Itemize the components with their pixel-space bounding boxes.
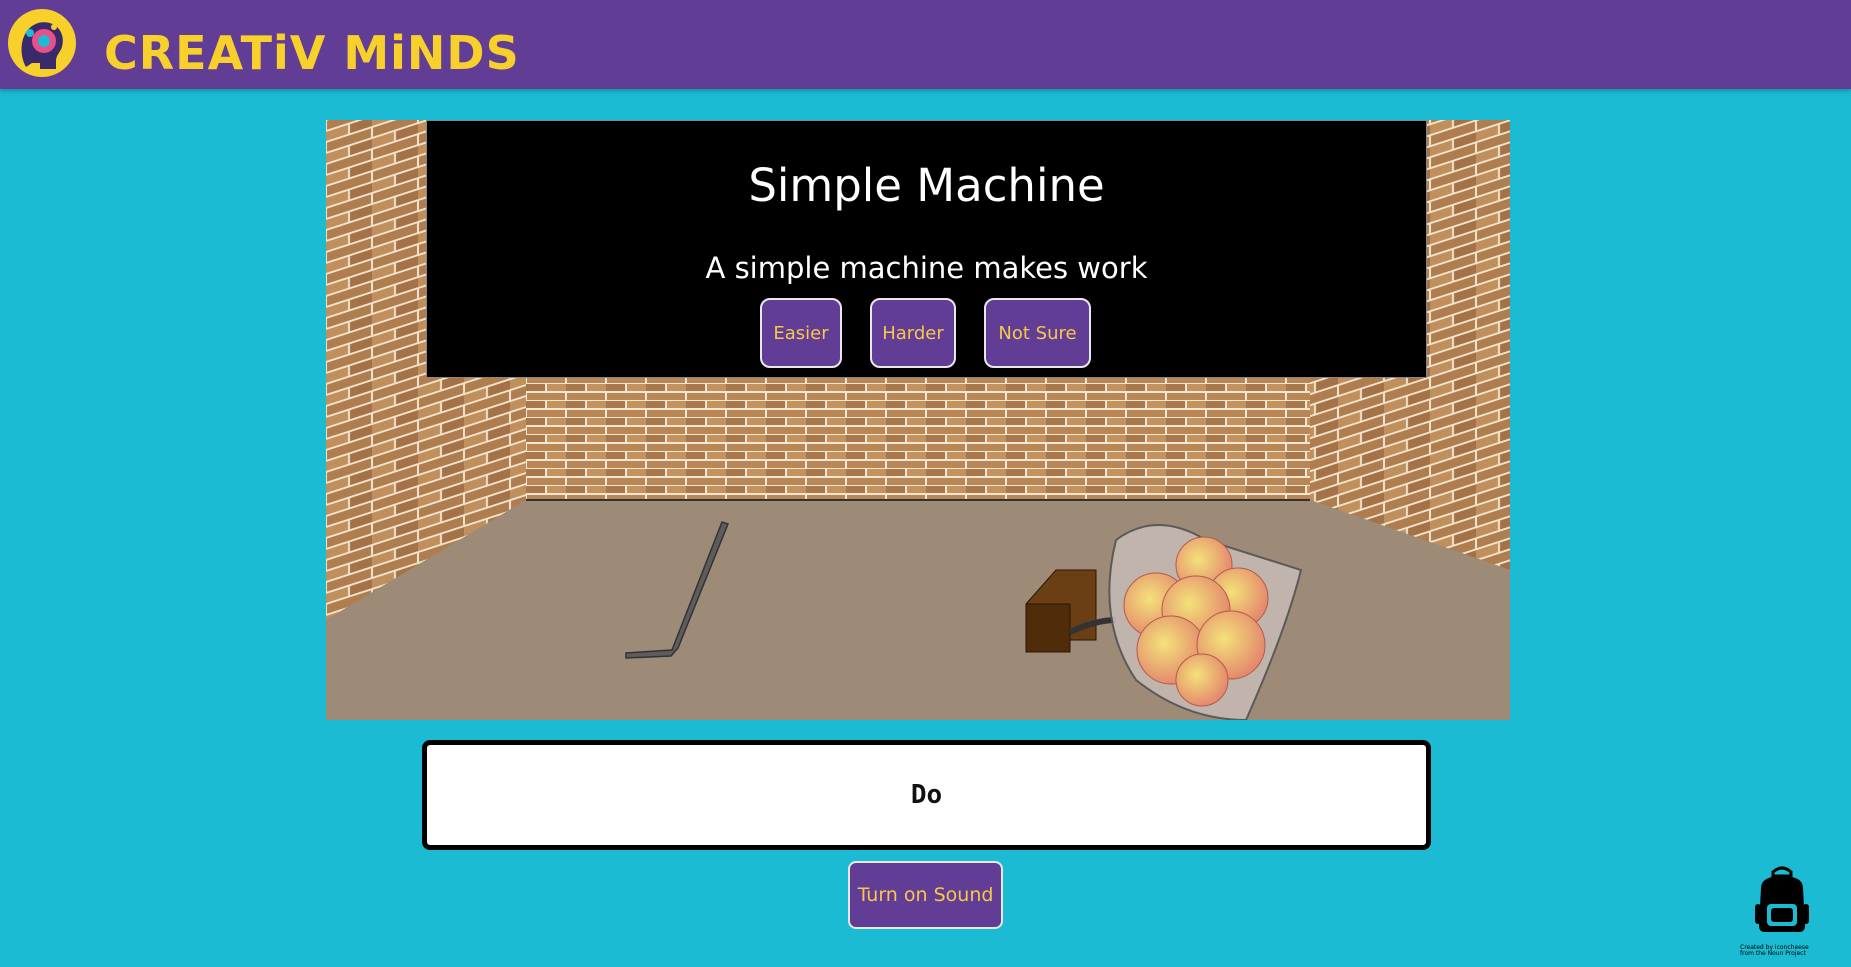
- icon-credit: Created by iconcheese from the Noun Proj…: [1740, 945, 1820, 957]
- app-header: CREATiV MiNDS: [0, 0, 1851, 89]
- turn-on-sound-button[interactable]: Turn on Sound: [848, 861, 1003, 929]
- creativ-minds-logo-icon[interactable]: [6, 7, 78, 79]
- answer-box: Do: [422, 740, 1431, 850]
- backpack-icon[interactable]: [1751, 864, 1813, 934]
- question-prompt: A simple machine makes work: [705, 251, 1148, 285]
- choice-harder-button[interactable]: Harder: [870, 298, 956, 368]
- question-title: Simple Machine: [748, 159, 1105, 212]
- credit-line-2: from the Noun Project: [1740, 950, 1806, 957]
- answer-text: Do: [910, 780, 943, 810]
- choice-easier-button[interactable]: Easier: [760, 298, 842, 368]
- brand-name: CREATiV MiNDS: [104, 26, 520, 80]
- choice-not-sure-button[interactable]: Not Sure: [984, 298, 1091, 368]
